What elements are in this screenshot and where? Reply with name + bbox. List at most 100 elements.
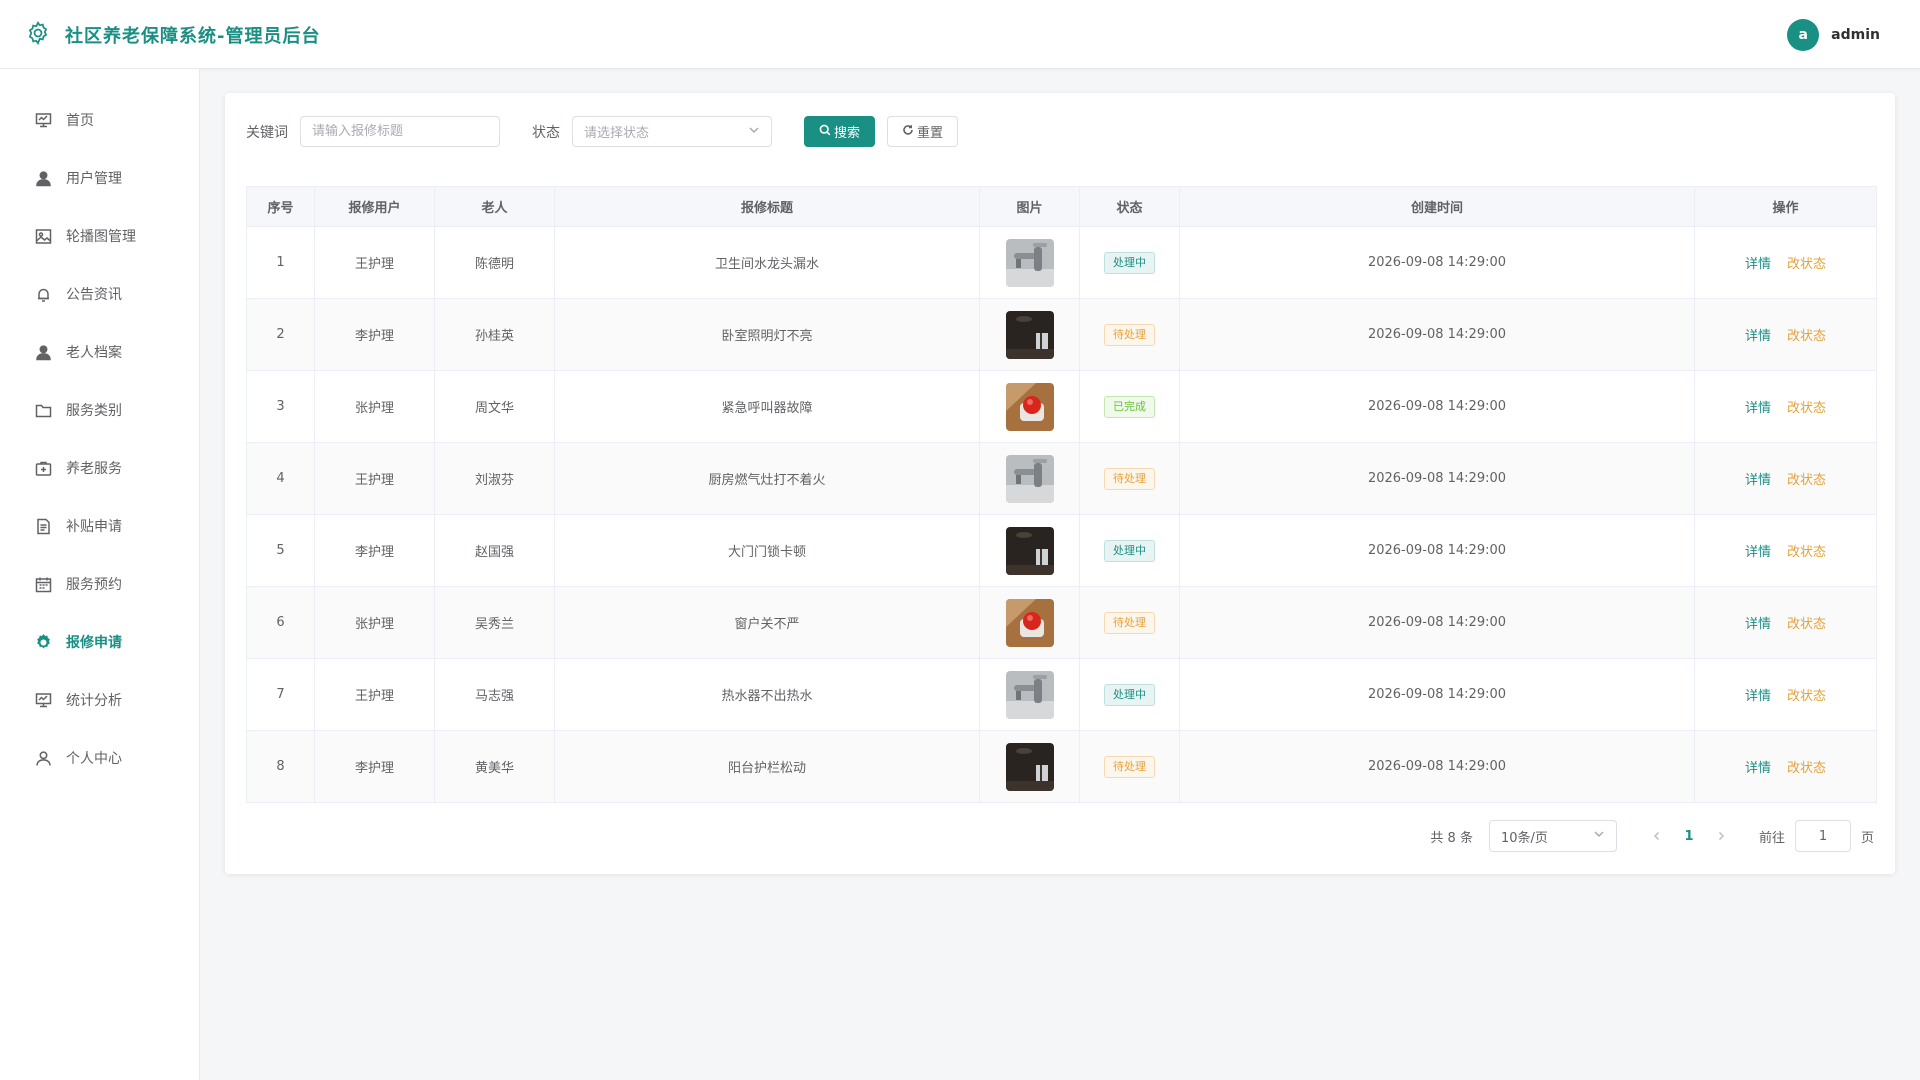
sidebar-item-label: 统计分析	[66, 693, 122, 709]
username[interactable]: admin	[1831, 27, 1880, 43]
sidebar-item-9[interactable]: 服务预约	[0, 555, 199, 613]
refresh-icon	[902, 124, 914, 140]
change-status-button[interactable]: 改状态	[1787, 689, 1826, 704]
picture-icon	[35, 228, 52, 245]
detail-button[interactable]: 详情	[1745, 329, 1771, 344]
next-page-button[interactable]	[1705, 831, 1737, 841]
change-status-button[interactable]: 改状态	[1787, 617, 1826, 632]
cell-actions: 详情 改状态	[1694, 226, 1877, 299]
page-number[interactable]: 1	[1673, 829, 1705, 844]
change-status-button[interactable]: 改状态	[1787, 401, 1826, 416]
status-badge: 处理中	[1104, 683, 1155, 706]
change-status-button[interactable]: 改状态	[1787, 545, 1826, 560]
cell-index: 3	[246, 370, 315, 443]
cell-created-time: 2026-09-08 14:29:00	[1179, 370, 1695, 443]
table-row: 1 王护理 陈德明 卫生间水龙头漏水 处理中 2026-09-08 14:29:00 详情 改…	[246, 226, 1877, 299]
page-size-select[interactable]: 10条/页	[1488, 820, 1617, 852]
change-status-button[interactable]: 改状态	[1787, 761, 1826, 776]
detail-button[interactable]: 详情	[1745, 545, 1771, 560]
status-select-placeholder: 请选择状态	[584, 126, 650, 141]
cell-status: 处理中	[1079, 514, 1180, 587]
page-unit: 页	[1860, 830, 1874, 846]
repair-thumbnail[interactable]	[1005, 382, 1054, 431]
column-header: 序号	[246, 186, 315, 227]
sidebar-item-7[interactable]: 养老服务	[0, 439, 199, 497]
chevron-down-icon	[1593, 828, 1605, 844]
table-row: 6 张护理 吴秀兰 窗户关不严 待处理 2026-09-08 14:29:00 详情 改状态	[246, 586, 1877, 659]
cell-title: 阳台护栏松动	[554, 730, 980, 803]
detail-button[interactable]: 详情	[1745, 617, 1771, 632]
repair-thumbnail[interactable]	[1005, 454, 1054, 503]
cell-index: 6	[246, 586, 315, 659]
repair-thumbnail[interactable]	[1005, 670, 1054, 719]
column-header: 报修标题	[554, 186, 980, 227]
sidebar-item-6[interactable]: 服务类别	[0, 381, 199, 439]
detail-button[interactable]: 详情	[1745, 761, 1771, 776]
repair-thumbnail[interactable]	[1005, 526, 1054, 575]
table-row: 3 张护理 周文华 紧急呼叫器故障 已完成 2026-09-08 14:29:00 详情 改状…	[246, 370, 1877, 443]
sidebar-item-label: 首页	[66, 113, 94, 129]
detail-button[interactable]: 详情	[1745, 473, 1771, 488]
cell-index: 7	[246, 658, 315, 731]
keyword-label: 关键词	[246, 124, 288, 141]
reset-button[interactable]: 重置	[887, 116, 959, 147]
search-button[interactable]: 搜索	[804, 116, 876, 147]
repair-thumbnail[interactable]	[1005, 238, 1054, 287]
avatar[interactable]: a	[1787, 19, 1820, 51]
goto-label: 前往	[1758, 830, 1785, 846]
cell-reporter: 王护理	[314, 226, 435, 299]
cell-created-time: 2026-09-08 14:29:00	[1179, 514, 1695, 587]
detail-button[interactable]: 详情	[1745, 257, 1771, 272]
user-menu[interactable]: a admin	[1787, 19, 1880, 51]
cell-status: 待处理	[1079, 730, 1180, 803]
repair-thumbnail[interactable]	[1005, 742, 1054, 791]
sidebar: 首页用户管理 轮播图管理公告资讯老人档案 服务类别 养老服务 补贴申请 服务预约 报修申请统…	[0, 69, 200, 1080]
cell-status: 待处理	[1079, 298, 1180, 371]
column-header: 状态	[1079, 186, 1180, 227]
sidebar-item-4[interactable]: 公告资讯	[0, 265, 199, 323]
cell-actions: 详情 改状态	[1694, 514, 1877, 587]
prev-page-button[interactable]	[1641, 831, 1673, 841]
main-card: 关键词 状态 请选择状态 搜索 重置 序号报修用户老人报修标题图片状态创建时间操…	[225, 93, 1895, 874]
column-header: 图片	[979, 186, 1080, 227]
sidebar-item-10[interactable]: 报修申请	[0, 613, 199, 671]
cell-image	[979, 298, 1080, 371]
cell-actions: 详情 改状态	[1694, 658, 1877, 731]
top-header: 社区养老保障系统-管理员后台 a admin	[0, 0, 1920, 69]
cell-created-time: 2026-09-08 14:29:00	[1179, 226, 1695, 299]
folder-icon	[35, 402, 52, 419]
cell-created-time: 2026-09-08 14:29:00	[1179, 658, 1695, 731]
status-badge: 处理中	[1104, 539, 1155, 562]
change-status-button[interactable]: 改状态	[1787, 329, 1826, 344]
sidebar-item-8[interactable]: 补贴申请	[0, 497, 199, 555]
repair-thumbnail[interactable]	[1005, 598, 1054, 647]
change-status-button[interactable]: 改状态	[1787, 257, 1826, 272]
cell-actions: 详情 改状态	[1694, 586, 1877, 659]
keyword-input[interactable]	[300, 116, 500, 147]
sidebar-item-2[interactable]: 用户管理	[0, 149, 199, 207]
table-row: 4 王护理 刘淑芬 厨房燃气灶打不着火 待处理 2026-09-08 14:29:00 详情…	[246, 442, 1877, 515]
column-header: 操作	[1694, 186, 1877, 227]
status-select[interactable]: 请选择状态	[572, 116, 772, 147]
cell-elder: 陈德明	[434, 226, 555, 299]
detail-button[interactable]: 详情	[1745, 401, 1771, 416]
change-status-button[interactable]: 改状态	[1787, 473, 1826, 488]
cell-title: 卧室照明灯不亮	[554, 298, 980, 371]
cell-actions: 详情 改状态	[1694, 442, 1877, 515]
status-badge: 待处理	[1104, 323, 1155, 346]
goto-page-input[interactable]	[1794, 820, 1851, 852]
sidebar-item-3[interactable]: 轮播图管理	[0, 207, 199, 265]
repair-thumbnail[interactable]	[1005, 310, 1054, 359]
monitor-icon	[35, 692, 52, 709]
sidebar-item-12[interactable]: 个人中心	[0, 729, 199, 787]
cell-reporter: 张护理	[314, 586, 435, 659]
sidebar-item-11[interactable]: 统计分析	[0, 671, 199, 729]
cell-title: 窗户关不严	[554, 586, 980, 659]
cell-elder: 赵国强	[434, 514, 555, 587]
sidebar-item-5[interactable]: 老人档案	[0, 323, 199, 381]
cell-elder: 孙桂英	[434, 298, 555, 371]
sidebar-item-1[interactable]: 首页	[0, 91, 199, 149]
detail-button[interactable]: 详情	[1745, 689, 1771, 704]
cell-elder: 黄美华	[434, 730, 555, 803]
sidebar-item-label: 公告资讯	[66, 287, 122, 303]
